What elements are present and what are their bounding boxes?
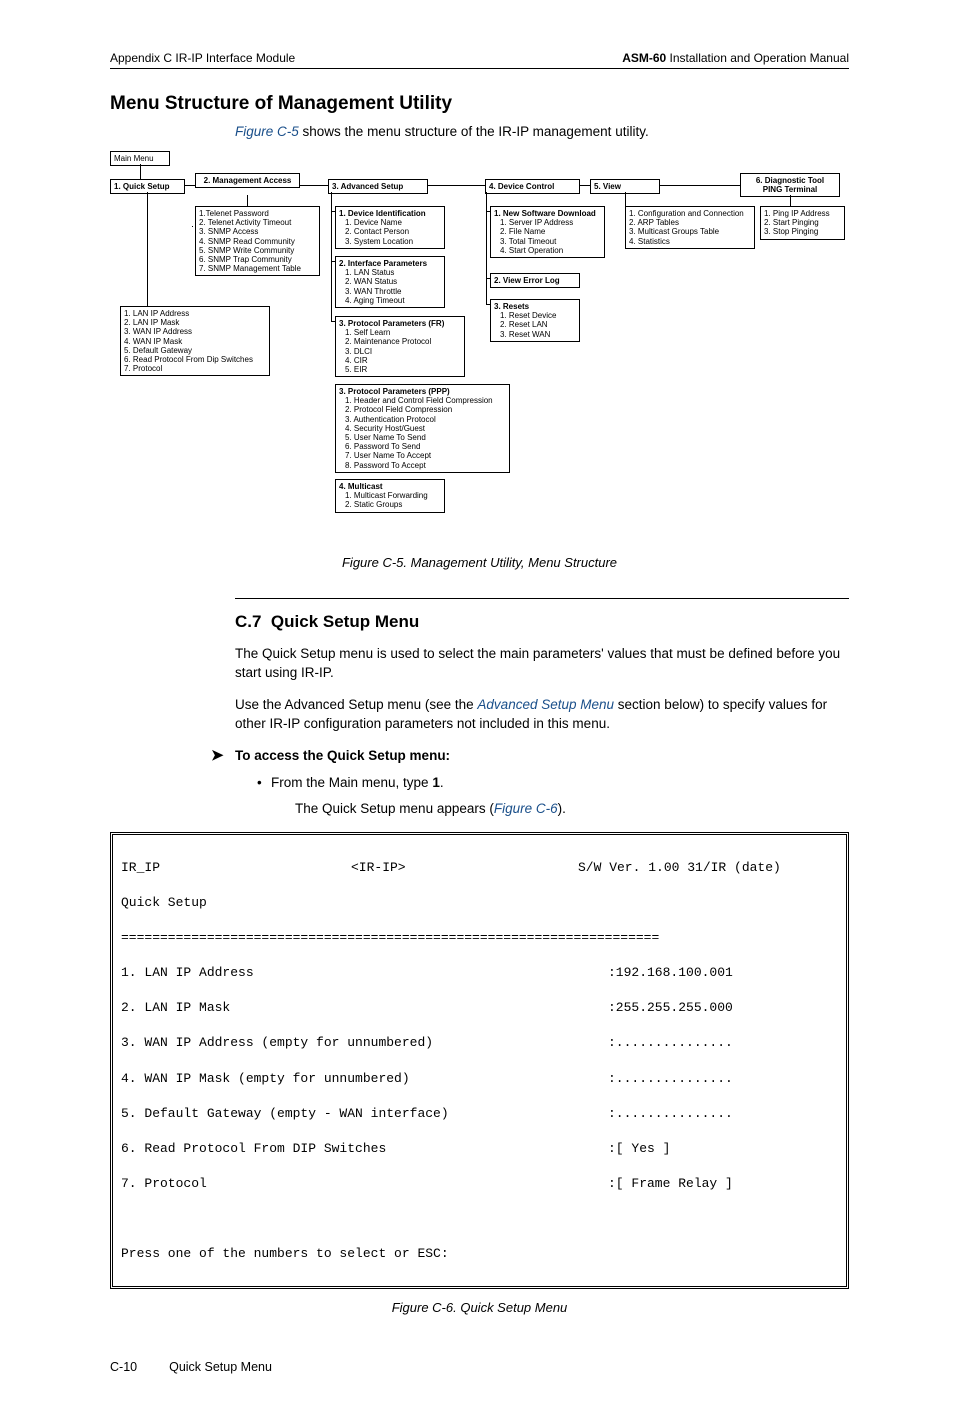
page-title: Menu Structure of Management Utility: [110, 91, 849, 117]
section-rule: [235, 598, 849, 599]
box-adv-mc: 4. Multicast 1. Multicast Forwarding 2. …: [335, 479, 445, 513]
box-dc-res: 3. Resets 1. Reset Device 2. Reset LAN 3…: [490, 299, 580, 342]
page-header: Appendix C IR-IP Interface Module ASM-60…: [110, 50, 849, 69]
page-footer: C-10 Quick Setup Menu: [110, 1359, 849, 1376]
body-paragraph-1: The Quick Setup menu is used to select t…: [235, 644, 849, 683]
box-adv-fr: 3. Protocol Parameters (FR) 1. Self Lear…: [335, 316, 465, 377]
header-left: Appendix C IR-IP Interface Module: [110, 50, 295, 66]
terminal-rule: ========================================…: [121, 929, 838, 947]
box-mgmt-items: 1.Telenet Password 2. Telenet Activity T…: [195, 206, 320, 276]
arrow-icon: ➤: [211, 746, 229, 766]
header-right: ASM-60 Installation and Operation Manual: [622, 50, 849, 66]
figure-ref-link[interactable]: Figure C-5: [235, 124, 299, 139]
box-quick-items: 1. LAN IP Address 2. LAN IP Mask 3. WAN …: [120, 306, 270, 376]
advanced-setup-link[interactable]: Advanced Setup Menu: [477, 697, 614, 712]
figure-c5-caption: Figure C-5. Management Utility, Menu Str…: [110, 554, 849, 572]
subsection-heading: C.7 Quick Setup Menu: [235, 611, 849, 634]
intro-line: Figure C-5 shows the menu structure of t…: [235, 123, 849, 141]
box-dc-swdl: 1. New Software Download 1. Server IP Ad…: [490, 206, 605, 258]
terminal-row: 1. LAN IP Address:192.168.100.001: [121, 964, 838, 982]
box-adv-devid: 1. Device Identification 1. Device Name …: [335, 206, 445, 249]
menu-structure-diagram: Main Menu 1. Quick Setup 2. Management A…: [110, 151, 849, 546]
terminal-row: 4. WAN IP Mask (empty for unnumbered):..…: [121, 1070, 838, 1088]
procedure-step: •From the Main menu, type 1.: [275, 774, 849, 792]
box-advanced-setup: 3. Advanced Setup: [328, 179, 428, 194]
bullet-icon: •: [257, 774, 271, 792]
terminal-row: 5. Default Gateway (empty - WAN interfac…: [121, 1105, 838, 1123]
terminal-subtitle: Quick Setup: [121, 894, 838, 912]
footer-section-label: Quick Setup Menu: [169, 1359, 272, 1376]
box-device-control: 4. Device Control: [485, 179, 580, 194]
terminal-prompt: Press one of the numbers to select or ES…: [121, 1245, 838, 1263]
box-diag-tool: 6. Diagnostic Tool PING Terminal: [740, 173, 840, 197]
terminal-row: 6. Read Protocol From DIP Switches:[ Yes…: [121, 1140, 838, 1158]
body-paragraph-2: Use the Advanced Setup menu (see the Adv…: [235, 695, 849, 734]
figure-c6-caption: Figure C-6. Quick Setup Menu: [110, 1299, 849, 1317]
box-dc-err: 2. View Error Log: [490, 273, 580, 288]
box-management-access: 2. Management Access: [195, 173, 300, 188]
terminal-screen: IR_IP<IR-IP>S/W Ver. 1.00 31/IR (date) Q…: [110, 832, 849, 1289]
terminal-row: 7. Protocol:[ Frame Relay ]: [121, 1175, 838, 1193]
terminal-blank: [121, 1210, 838, 1228]
box-adv-if: 2. Interface Parameters 1. LAN Status 2.…: [335, 256, 445, 308]
box-diag-items: 1. Ping IP Address 2. Start Pinging 3. S…: [760, 206, 845, 240]
terminal-header: IR_IP<IR-IP>S/W Ver. 1.00 31/IR (date): [121, 859, 838, 877]
procedure-heading: ➤To access the Quick Setup menu:: [235, 746, 849, 766]
procedure-result: The Quick Setup menu appears (Figure C-6…: [295, 800, 849, 818]
figure-c6-link[interactable]: Figure C-6: [494, 801, 558, 816]
box-adv-ppp: 3. Protocol Parameters (PPP) 1. Header a…: [335, 384, 510, 473]
terminal-row: 2. LAN IP Mask:255.255.255.000: [121, 999, 838, 1017]
box-view-items: 1. Configuration and Connection 2. ARP T…: [625, 206, 755, 249]
page-number: C-10: [110, 1359, 137, 1376]
terminal-row: 3. WAN IP Address (empty for unnumbered)…: [121, 1034, 838, 1052]
